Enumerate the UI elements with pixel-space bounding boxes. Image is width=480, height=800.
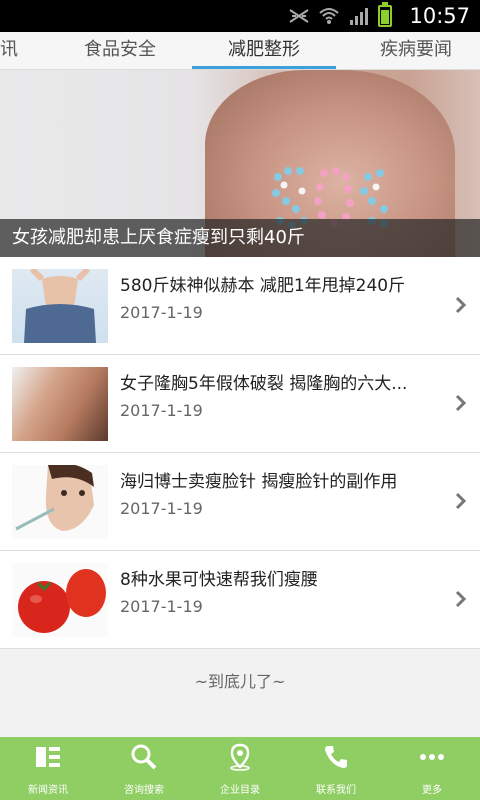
nav-label: 新闻资讯 — [28, 785, 68, 796]
phone-icon — [325, 746, 347, 768]
nav-news[interactable]: 新闻资讯 — [0, 737, 96, 800]
news-title: 海归博士卖瘦脸针 揭瘦脸针的副作用 — [120, 472, 398, 492]
category-tabs: 讯 食品安全 减肥整形 疾病要闻 — [0, 32, 480, 70]
list-item[interactable]: 海归博士卖瘦脸针 揭瘦脸针的副作用 2017-1-19 — [0, 453, 480, 551]
tab-weight-loss[interactable]: 减肥整形 — [192, 32, 336, 70]
wifi-icon — [319, 8, 339, 24]
clock: 10:57 — [409, 4, 470, 28]
list-item[interactable]: 8种水果可快速帮我们瘦腰 2017-1-19 — [0, 551, 480, 649]
tab-food-safety[interactable]: 食品安全 — [60, 32, 180, 70]
location-icon — [230, 743, 250, 771]
tab-news[interactable]: 讯 — [0, 32, 24, 70]
status-bar: 10:57 — [0, 0, 480, 32]
news-date: 2017-1-19 — [120, 303, 203, 322]
list-icon — [36, 747, 60, 767]
search-icon — [131, 744, 157, 770]
news-title: 8种水果可快速帮我们瘦腰 — [120, 570, 318, 590]
news-title: 女子隆胸5年假体破裂 揭隆胸的六大... — [120, 374, 408, 394]
more-icon — [420, 754, 444, 760]
injection-photo — [12, 465, 108, 539]
nav-label: 更多 — [422, 785, 442, 796]
news-date: 2017-1-19 — [120, 597, 203, 616]
signal-icon — [350, 8, 368, 25]
list-item[interactable]: 580斤妹神似赫本 减肥1年甩掉240斤 2017-1-19 — [0, 257, 480, 355]
chevron-right-icon — [455, 296, 467, 314]
nav-directory[interactable]: 企业目录 — [192, 737, 288, 800]
news-date: 2017-1-19 — [120, 401, 203, 420]
news-title: 580斤妹神似赫本 减肥1年甩掉240斤 — [120, 276, 406, 296]
weight-loss-photo — [12, 269, 108, 343]
hero-banner[interactable]: 女孩减肥却患上厌食症瘦到只剩40斤 — [0, 70, 480, 257]
nav-contact[interactable]: 联系我们 — [288, 737, 384, 800]
chevron-right-icon — [455, 492, 467, 510]
nav-label: 企业目录 — [220, 785, 260, 796]
nav-more[interactable]: 更多 — [384, 737, 480, 800]
hero-caption: 女孩减肥却患上厌食症瘦到只剩40斤 — [12, 227, 305, 248]
chevron-right-icon — [455, 590, 467, 608]
nav-label: 联系我们 — [316, 785, 356, 796]
news-date: 2017-1-19 — [120, 499, 203, 518]
tab-disease-news[interactable]: 疾病要闻 — [352, 32, 480, 70]
mute-icon — [289, 9, 309, 23]
end-of-list-note: ~到底儿了~ — [194, 672, 286, 691]
active-tab-indicator — [192, 66, 336, 69]
nav-search[interactable]: 咨询搜索 — [96, 737, 192, 800]
nav-label: 咨询搜索 — [124, 785, 164, 796]
bottom-nav: 新闻资讯 咨询搜索 企业目录 联系我们 更多 — [0, 737, 480, 800]
status-icons — [288, 2, 392, 28]
back-photo — [12, 367, 108, 441]
tomato-photo — [12, 563, 108, 637]
battery-icon — [378, 2, 392, 27]
chevron-right-icon — [455, 394, 467, 412]
list-item[interactable]: 女子隆胸5年假体破裂 揭隆胸的六大... 2017-1-19 — [0, 355, 480, 453]
